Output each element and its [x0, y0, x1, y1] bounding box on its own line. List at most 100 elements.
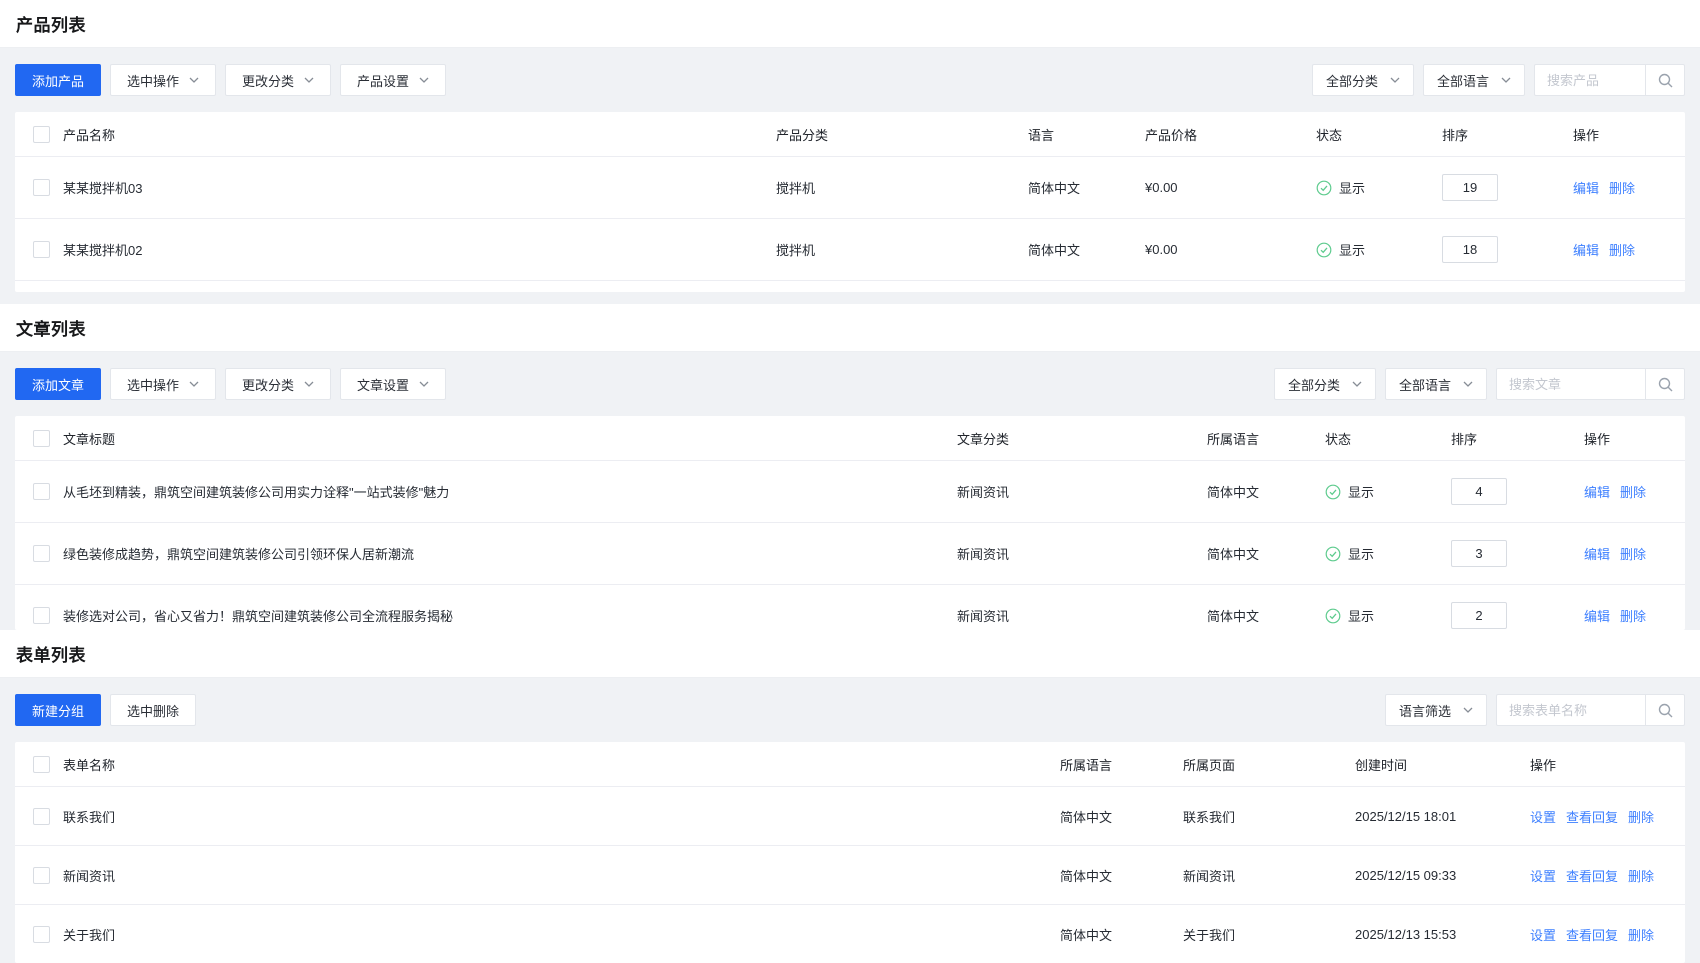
edit-link[interactable]: 编辑 — [1584, 482, 1610, 501]
row-checkbox[interactable] — [33, 607, 50, 624]
search-icon[interactable] — [1645, 64, 1685, 96]
language-filter-select[interactable]: 全部语言 — [1423, 64, 1525, 96]
product-settings-button[interactable]: 产品设置 — [340, 64, 446, 96]
form-created-time: 2025/12/15 09:33 — [1355, 868, 1530, 883]
edit-link[interactable]: 编辑 — [1584, 606, 1610, 625]
status-label: 显示 — [1339, 240, 1365, 259]
status-label: 显示 — [1348, 482, 1374, 501]
chevron-down-icon — [189, 381, 199, 387]
chevron-down-icon — [189, 77, 199, 83]
table-row: 新闻资讯 简体中文 新闻资讯 2025/12/15 09:33 设置 查看回复 … — [15, 846, 1685, 905]
status-badge: 显示 — [1325, 482, 1451, 501]
article-title: 绿色装修成趋势，鼎筑空间建筑装修公司引领环保人居新潮流 — [63, 544, 957, 563]
article-toolbar: 添加文章 选中操作 更改分类 文章设置 全部分类 全部语言 — [15, 368, 1685, 400]
status-ok-icon — [1325, 546, 1341, 562]
status-label: 显示 — [1339, 178, 1365, 197]
col-sort: 排序 — [1442, 125, 1573, 144]
col-created: 创建时间 — [1355, 755, 1530, 774]
row-checkbox[interactable] — [33, 867, 50, 884]
status-badge: 显示 — [1325, 606, 1451, 625]
row-checkbox[interactable] — [33, 926, 50, 943]
product-table-header: 产品名称 产品分类 语言 产品价格 状态 排序 操作 — [15, 112, 1685, 157]
sort-input[interactable] — [1451, 540, 1507, 567]
form-language: 简体中文 — [1060, 866, 1183, 885]
view-replies-link[interactable]: 查看回复 — [1566, 866, 1618, 885]
change-category-button[interactable]: 更改分类 — [225, 368, 331, 400]
category-filter-select[interactable]: 全部分类 — [1274, 368, 1376, 400]
settings-link[interactable]: 设置 — [1530, 866, 1556, 885]
add-article-button[interactable]: 添加文章 — [15, 368, 101, 400]
edit-link[interactable]: 编辑 — [1573, 240, 1599, 259]
edit-link[interactable]: 编辑 — [1584, 544, 1610, 563]
delete-link[interactable]: 删除 — [1628, 925, 1654, 944]
sort-input[interactable] — [1442, 236, 1498, 263]
chevron-down-icon — [419, 381, 429, 387]
delete-link[interactable]: 删除 — [1620, 606, 1646, 625]
article-section-header: 文章列表 — [0, 304, 1700, 352]
delete-link[interactable]: 删除 — [1609, 178, 1635, 197]
article-language: 简体中文 — [1207, 544, 1325, 563]
status-ok-icon — [1325, 608, 1341, 624]
delete-link[interactable]: 删除 — [1628, 866, 1654, 885]
add-product-button[interactable]: 添加产品 — [15, 64, 101, 96]
article-search-input[interactable] — [1496, 368, 1646, 400]
page-title: 表单列表 — [16, 641, 86, 666]
select-all-checkbox[interactable] — [33, 756, 50, 773]
table-row: 联系我们 简体中文 联系我们 2025/12/15 18:01 设置 查看回复 … — [15, 787, 1685, 846]
form-language: 简体中文 — [1060, 925, 1183, 944]
table-row: 从毛坯到精装，鼎筑空间建筑装修公司用实力诠释"一站式装修"魅力 新闻资讯 简体中… — [15, 461, 1685, 523]
row-checkbox[interactable] — [33, 179, 50, 196]
delete-link[interactable]: 删除 — [1609, 240, 1635, 259]
status-label: 显示 — [1348, 606, 1374, 625]
delete-selected-button[interactable]: 选中删除 — [110, 694, 196, 726]
product-language: 简体中文 — [1028, 178, 1145, 197]
row-checkbox[interactable] — [33, 808, 50, 825]
col-product-name: 产品名称 — [63, 125, 776, 144]
select-all-checkbox[interactable] — [33, 126, 50, 143]
article-category: 新闻资讯 — [957, 606, 1207, 625]
form-search-input[interactable] — [1496, 694, 1646, 726]
category-filter-label: 全部分类 — [1288, 375, 1340, 394]
selected-actions-label: 选中操作 — [127, 71, 179, 90]
language-filter-select[interactable]: 全部语言 — [1385, 368, 1487, 400]
selected-actions-label: 选中操作 — [127, 375, 179, 394]
sort-input[interactable] — [1451, 478, 1507, 505]
settings-link[interactable]: 设置 — [1530, 925, 1556, 944]
selected-actions-button[interactable]: 选中操作 — [110, 64, 216, 96]
product-search-input[interactable] — [1534, 64, 1646, 96]
row-checkbox[interactable] — [33, 545, 50, 562]
category-filter-select[interactable]: 全部分类 — [1312, 64, 1414, 96]
new-group-button[interactable]: 新建分组 — [15, 694, 101, 726]
sort-input[interactable] — [1442, 174, 1498, 201]
sort-input[interactable] — [1451, 602, 1507, 629]
settings-link[interactable]: 设置 — [1530, 807, 1556, 826]
search-icon[interactable] — [1645, 368, 1685, 400]
row-checkbox[interactable] — [33, 241, 50, 258]
chevron-down-icon — [1501, 77, 1511, 83]
col-sort: 排序 — [1451, 429, 1584, 448]
table-row: 某某搅拌机02 搅拌机 简体中文 ¥0.00 显示 编辑 删除 — [15, 219, 1685, 281]
change-category-button[interactable]: 更改分类 — [225, 64, 331, 96]
row-checkbox[interactable] — [33, 483, 50, 500]
article-settings-button[interactable]: 文章设置 — [340, 368, 446, 400]
delete-link[interactable]: 删除 — [1628, 807, 1654, 826]
selected-actions-button[interactable]: 选中操作 — [110, 368, 216, 400]
form-name: 新闻资讯 — [63, 866, 1060, 885]
table-row: 装修选对公司，省心又省力！鼎筑空间建筑装修公司全流程服务揭秘 新闻资讯 简体中文… — [15, 585, 1685, 630]
form-created-time: 2025/12/13 15:53 — [1355, 927, 1530, 942]
article-title: 装修选对公司，省心又省力！鼎筑空间建筑装修公司全流程服务揭秘 — [63, 606, 957, 625]
form-name: 联系我们 — [63, 807, 1060, 826]
delete-link[interactable]: 删除 — [1620, 544, 1646, 563]
select-all-checkbox[interactable] — [33, 430, 50, 447]
form-page: 新闻资讯 — [1183, 866, 1355, 885]
search-icon[interactable] — [1645, 694, 1685, 726]
view-replies-link[interactable]: 查看回复 — [1566, 925, 1618, 944]
language-filter-select[interactable]: 语言筛选 — [1385, 694, 1487, 726]
form-language: 简体中文 — [1060, 807, 1183, 826]
chevron-down-icon — [1390, 77, 1400, 83]
form-page: 关于我们 — [1183, 925, 1355, 944]
chevron-down-icon — [1352, 381, 1362, 387]
edit-link[interactable]: 编辑 — [1573, 178, 1599, 197]
view-replies-link[interactable]: 查看回复 — [1566, 807, 1618, 826]
delete-link[interactable]: 删除 — [1620, 482, 1646, 501]
